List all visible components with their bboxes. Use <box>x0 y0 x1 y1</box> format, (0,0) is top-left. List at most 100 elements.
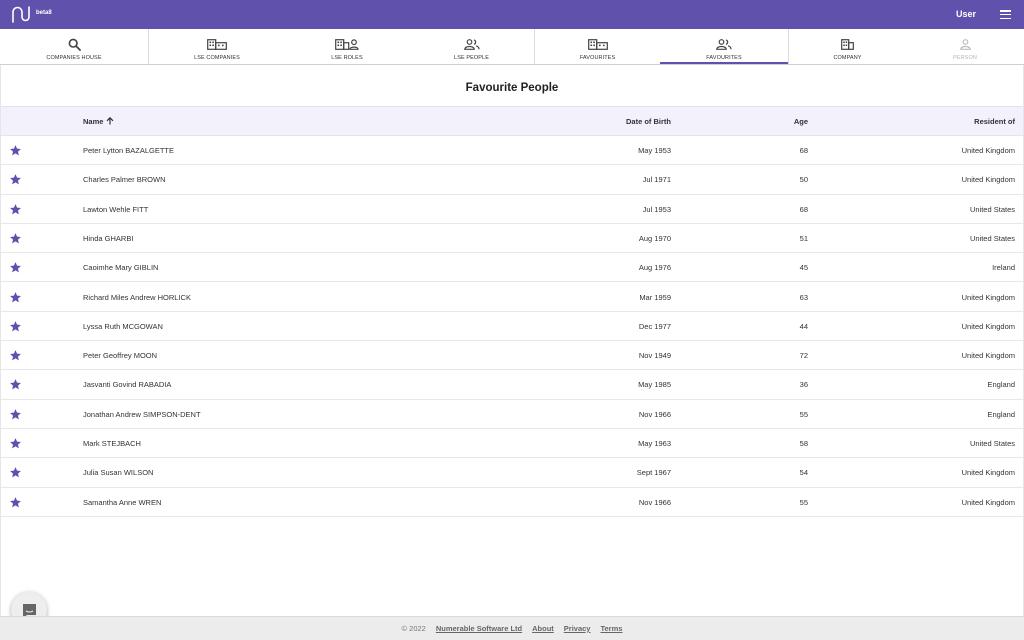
numerable-logo-icon[interactable] <box>11 6 31 23</box>
favourite-star-icon[interactable] <box>9 466 22 479</box>
favourite-star-icon[interactable] <box>9 437 22 450</box>
date-of-birth-cell: Nov 1966 <box>638 497 671 507</box>
date-of-birth-cell: Mar 1959 <box>639 292 671 302</box>
favourite-star-icon[interactable] <box>9 408 22 421</box>
resident-of-cell: United Kingdom <box>961 497 1015 507</box>
person-name-link[interactable]: Jonathan Andrew SIMPSON-DENT <box>83 410 201 419</box>
person-icon <box>959 38 971 50</box>
tab-favourite-companies[interactable]: FAVOURITES <box>534 29 660 64</box>
favourite-star-icon[interactable] <box>9 232 22 245</box>
person-name-link[interactable]: Lyssa Ruth MCGOWAN <box>83 322 163 331</box>
column-header-age[interactable]: Age <box>794 117 808 126</box>
hamburger-menu-icon[interactable] <box>1000 10 1011 20</box>
person-name-link[interactable]: Peter Geoffrey MOON <box>83 351 157 360</box>
user-menu[interactable]: User <box>956 9 976 19</box>
person-name-link[interactable]: Mark STEJBACH <box>83 439 141 448</box>
tab-company[interactable]: COMPANY <box>788 29 906 64</box>
nav-tabs: COMPANIES HOUSE LSE COMPANIES LSE ROLES … <box>0 29 1024 65</box>
person-name-link[interactable]: Richard Miles Andrew HORLICK <box>83 293 191 302</box>
sort-ascending-arrow-icon[interactable] <box>106 117 114 125</box>
person-name-link[interactable]: Charles Palmer BROWN <box>83 175 166 184</box>
people-icon <box>716 38 732 50</box>
company-link[interactable]: Numerable Software Ltd <box>436 624 522 633</box>
person-name-link[interactable]: Peter Lytton BAZALGETTE <box>83 146 174 155</box>
favourite-star-icon[interactable] <box>9 261 22 274</box>
favourite-star-icon[interactable] <box>9 320 22 333</box>
resident-of-cell: England <box>987 380 1015 390</box>
page-title: Favourite People <box>465 82 559 94</box>
table-row[interactable]: Jonathan Andrew SIMPSON-DENT Nov 1966 55 En… <box>1 400 1023 429</box>
resident-of-cell: United Kingdom <box>961 146 1015 155</box>
date-of-birth-cell: May 1985 <box>638 380 671 390</box>
table-row[interactable]: Richard Miles Andrew HORLICK Mar 1959 63 Un… <box>1 283 1023 312</box>
search-icon <box>68 38 81 51</box>
person-name-link[interactable]: Hinda GHARBI <box>83 234 133 243</box>
copyright-text: © 2022 <box>401 624 426 633</box>
age-cell: 55 <box>799 497 808 507</box>
about-link[interactable]: About <box>532 624 554 633</box>
age-cell: 58 <box>799 439 808 448</box>
person-name-link[interactable]: Lawton Wehle FITT <box>83 205 148 214</box>
date-of-birth-cell: May 1963 <box>638 439 671 448</box>
column-header-resident-of[interactable]: Resident of <box>974 117 1015 126</box>
age-cell: 44 <box>799 321 808 331</box>
date-of-birth-cell: Aug 1976 <box>638 263 671 273</box>
person-name-link[interactable]: Julia Susan WILSON <box>83 468 153 477</box>
resident-of-cell: United Kingdom <box>961 468 1015 478</box>
age-cell: 72 <box>799 351 808 361</box>
tab-lse-people[interactable]: LSE PEOPLE <box>409 29 534 64</box>
age-cell: 68 <box>799 146 808 155</box>
favourite-star-icon[interactable] <box>9 144 22 157</box>
table-row[interactable]: Peter Geoffrey MOON Nov 1949 72 United King… <box>1 341 1023 371</box>
person-name-link[interactable]: Jasvanti Govind RABADIA <box>83 380 171 389</box>
person-name-link[interactable]: Samantha Anne WREN <box>83 498 161 507</box>
privacy-link[interactable]: Privacy <box>564 624 591 633</box>
table-row[interactable]: Charles Palmer BROWN Jul 1971 50 United Kin… <box>1 165 1023 195</box>
favourite-star-icon[interactable] <box>9 291 22 304</box>
table-row[interactable]: Lyssa Ruth MCGOWAN Dec 1977 44 United Kingd… <box>1 312 1023 342</box>
table-row[interactable]: Caoimhe Mary GIBLIN Aug 1976 45 Ireland <box>1 253 1023 283</box>
table-row[interactable]: Samantha Anne WREN Nov 1966 55 United Kingd… <box>1 488 1023 517</box>
table-header: Name Date of Birth Age Resident of <box>1 106 1023 136</box>
table-row[interactable]: Jasvanti Govind RABADIA May 1985 36 England <box>1 370 1023 400</box>
tab-label: LSE COMPANIES <box>194 55 240 61</box>
favourite-star-icon[interactable] <box>9 378 22 391</box>
tab-label: COMPANY <box>833 55 862 61</box>
age-cell: 54 <box>799 468 808 478</box>
buildings-icon <box>207 38 227 50</box>
resident-of-cell: United Kingdom <box>961 321 1015 331</box>
top-app-bar: beta8 User <box>0 0 1024 29</box>
column-header-date-of-birth[interactable]: Date of Birth <box>626 117 671 126</box>
building-person-icon <box>335 38 359 50</box>
table-row[interactable]: Mark STEJBACH May 1963 58 United States <box>1 429 1023 459</box>
table-row[interactable]: Hinda GHARBI Aug 1970 51 United States <box>1 224 1023 254</box>
favourite-star-icon[interactable] <box>9 496 22 509</box>
tab-label: LSE ROLES <box>331 55 363 61</box>
tab-companies-house[interactable]: COMPANIES HOUSE <box>0 29 148 64</box>
footer: © 2022 Numerable Software Ltd About Priv… <box>0 616 1024 640</box>
tab-lse-roles[interactable]: LSE ROLES <box>285 29 409 64</box>
table-row[interactable]: Lawton Wehle FITT Jul 1953 68 United States <box>1 195 1023 224</box>
age-cell: 55 <box>799 409 808 419</box>
terms-link[interactable]: Terms <box>600 624 622 633</box>
column-header-name[interactable]: Name <box>83 117 114 126</box>
table-row[interactable]: Julia Susan WILSON Sept 1967 54 United King… <box>1 458 1023 488</box>
resident-of-cell: Ireland <box>992 263 1015 273</box>
age-cell: 45 <box>799 263 808 273</box>
tab-lse-companies[interactable]: LSE COMPANIES <box>148 29 285 64</box>
tab-label: COMPANIES HOUSE <box>46 55 102 61</box>
tab-label: FAVOURITES <box>579 55 616 61</box>
buildings-icon <box>587 38 608 50</box>
favourite-star-icon[interactable] <box>9 173 22 186</box>
favourite-star-icon[interactable] <box>9 349 22 362</box>
favourite-star-icon[interactable] <box>9 203 22 216</box>
table-row[interactable]: Peter Lytton BAZALGETTE May 1953 68 United … <box>1 136 1023 166</box>
resident-of-cell: United Kingdom <box>961 175 1015 185</box>
resident-of-cell: United Kingdom <box>961 292 1015 302</box>
date-of-birth-cell: Jul 1953 <box>642 204 671 214</box>
date-of-birth-cell: Dec 1977 <box>638 321 671 331</box>
resident-of-cell: United States <box>969 233 1015 243</box>
person-name-link[interactable]: Caoimhe Mary GIBLIN <box>83 263 158 272</box>
tab-favourite-people[interactable]: FAVOURITES <box>660 29 788 64</box>
tab-person: PERSON <box>906 29 1024 64</box>
